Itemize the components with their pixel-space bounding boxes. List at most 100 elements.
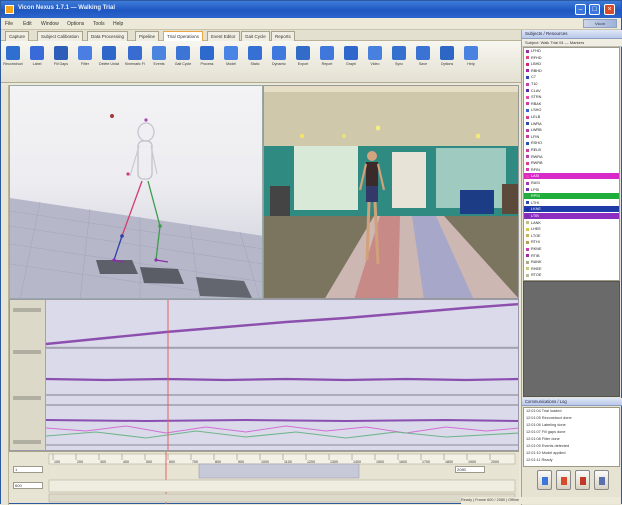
marker-list-item[interactable]: LTOE — [524, 233, 619, 239]
range-end-field[interactable]: 2080 — [455, 466, 485, 473]
marker-list[interactable]: LFHD RFHD LBHD RBHD C7 T10 CLAV STRN RBAK LSHO LEL… — [523, 47, 620, 281]
tab-trial-operations[interactable]: Trial Operations — [163, 31, 203, 41]
tool-button[interactable]: Static — [245, 44, 265, 80]
marker-list-item[interactable]: RWRA — [524, 154, 619, 160]
tool-button[interactable]: Process — [197, 44, 217, 80]
marker-list-item[interactable]: RANK — [524, 259, 619, 265]
marker-list-item[interactable]: LELB — [524, 114, 619, 120]
timeline-scale[interactable]: 100 200 300 400 500 600 700 800 900 1000 1100 1200 1… — [9, 452, 519, 504]
marker-list-item[interactable]: RTHI — [524, 239, 619, 245]
tab-capture[interactable]: Capture — [5, 31, 30, 41]
marker-list-item[interactable]: RBHD — [524, 68, 619, 74]
marker-list-item[interactable]: LSHO — [524, 107, 619, 113]
log-list[interactable]: 12:01:04 Trial loaded 12:01:05 Reconstruc… — [523, 407, 620, 467]
timeline-bar[interactable]: 100 200 300 400 500 600 700 800 900 1000 1100 1200 1… — [9, 451, 519, 504]
tool-button[interactable]: Filter — [75, 44, 95, 80]
marker-list-item[interactable]: RPSI — [524, 193, 619, 200]
menu-options[interactable]: Options — [67, 21, 84, 27]
tool-button[interactable]: Graph — [341, 44, 361, 80]
timeline-scrollbar[interactable] — [48, 493, 516, 503]
minimize-icon[interactable]: – — [575, 4, 586, 15]
record-button[interactable] — [575, 470, 590, 490]
marker-list-item[interactable]: LANK — [524, 220, 619, 226]
marker-list-item[interactable]: RSHO — [524, 140, 619, 146]
tool-button[interactable]: Sync — [389, 44, 409, 80]
tool-button[interactable]: Help — [461, 44, 481, 80]
marker-list-item[interactable]: RTOE — [524, 272, 619, 278]
marker-list-item[interactable]: LWRA — [524, 121, 619, 127]
tool-button[interactable]: Fill Gaps — [51, 44, 71, 80]
menu-window[interactable]: Window — [41, 21, 59, 27]
marker-list-item[interactable]: RASI — [524, 180, 619, 186]
marker-list-item[interactable]: CLAV — [524, 88, 619, 94]
marker-list-item[interactable]: LTHI — [524, 200, 619, 206]
marker-list-item[interactable]: C7 — [524, 74, 619, 80]
tab-gait-cycle[interactable]: Gait Cycle — [241, 31, 270, 41]
tool-button[interactable]: Gait Cycle — [173, 44, 193, 80]
marker-list-item[interactable]: LBHD — [524, 61, 619, 67]
menu-tools[interactable]: Tools — [93, 21, 105, 27]
graph-panel[interactable] — [9, 299, 519, 451]
marker-list-item[interactable]: LFIN — [524, 134, 619, 140]
timeline-range-selection[interactable] — [198, 463, 360, 479]
marker-list-item[interactable]: LWRB — [524, 127, 619, 133]
close-icon[interactable]: × — [604, 4, 615, 15]
marker-dot[interactable] — [126, 172, 130, 176]
tool-button[interactable]: Options — [437, 44, 457, 80]
tool-button[interactable]: Events — [149, 44, 169, 80]
video-view[interactable] — [263, 85, 519, 299]
marker-list-item[interactable]: RFHD — [524, 55, 619, 61]
marker-list-item[interactable]: RHEE — [524, 266, 619, 272]
marker-list-item[interactable]: LTIB — [524, 213, 619, 219]
tab-reports[interactable]: Reports — [271, 31, 295, 41]
tool-button[interactable]: Delete Unlabeled — [99, 44, 119, 80]
marker-list-item[interactable]: LPSI — [524, 187, 619, 193]
menu-file[interactable]: File — [5, 21, 13, 27]
marker-list-item[interactable]: RKNE — [524, 246, 619, 252]
marker-list-item[interactable]: STRN — [524, 94, 619, 100]
tool-button[interactable]: Report — [317, 44, 337, 80]
marker-dot[interactable] — [154, 258, 158, 262]
menu-help[interactable]: Help — [113, 21, 123, 27]
tab-subject-calibration[interactable]: Subject Calibration — [37, 31, 83, 41]
marker-color-swatch — [526, 141, 529, 145]
tab-pipeline[interactable]: Pipeline — [135, 31, 160, 41]
tool-button[interactable]: Video — [365, 44, 385, 80]
play-button[interactable] — [537, 470, 552, 490]
tool-button[interactable]: Model — [221, 44, 241, 80]
maximize-icon[interactable]: □ — [589, 4, 600, 15]
range-start-field[interactable]: 1 — [13, 466, 43, 473]
tool-button[interactable]: Kinematic Fit — [125, 44, 145, 80]
options-button[interactable] — [594, 470, 609, 490]
timeline-track[interactable] — [48, 479, 516, 493]
marker-dot[interactable] — [158, 224, 162, 228]
marker-list-item[interactable]: LASI — [524, 173, 619, 180]
marker-list-item[interactable]: T10 — [524, 81, 619, 87]
marker-list-item[interactable]: LFHD — [524, 48, 619, 54]
marker-list-item[interactable]: RTIB — [524, 253, 619, 259]
marker-dot[interactable] — [112, 258, 116, 262]
tool-button[interactable]: Export — [293, 44, 313, 80]
tool-button[interactable]: Save — [413, 44, 433, 80]
graph-plot[interactable] — [46, 300, 519, 451]
resources-header: Subjects / Resources — [522, 30, 622, 39]
marker-dot[interactable] — [120, 234, 124, 238]
tool-label: Gait Cycle — [174, 62, 192, 66]
marker-list-item[interactable]: RELB — [524, 147, 619, 153]
tab-data-processing[interactable]: Data Processing — [87, 31, 129, 41]
menu-edit[interactable]: Edit — [23, 21, 32, 27]
tool-button[interactable]: Reconstruct — [3, 44, 23, 80]
marker-dot[interactable] — [110, 114, 114, 118]
tool-button[interactable]: Dynamic — [269, 44, 289, 80]
marker-list-item[interactable]: LHEE — [524, 226, 619, 232]
viewport-3d[interactable] — [9, 85, 263, 299]
current-frame-field[interactable]: 600 — [13, 482, 43, 489]
marker-list-item[interactable]: RWRB — [524, 160, 619, 166]
marker-list-item[interactable]: RFIN — [524, 167, 619, 173]
marker-dot[interactable] — [144, 118, 148, 122]
tool-button[interactable]: Label — [27, 44, 47, 80]
stop-button[interactable] — [556, 470, 571, 490]
marker-list-item[interactable]: RBAK — [524, 101, 619, 107]
tab-event-editor[interactable]: Event Editor — [207, 31, 240, 41]
marker-list-item[interactable]: LKNE — [524, 206, 619, 213]
